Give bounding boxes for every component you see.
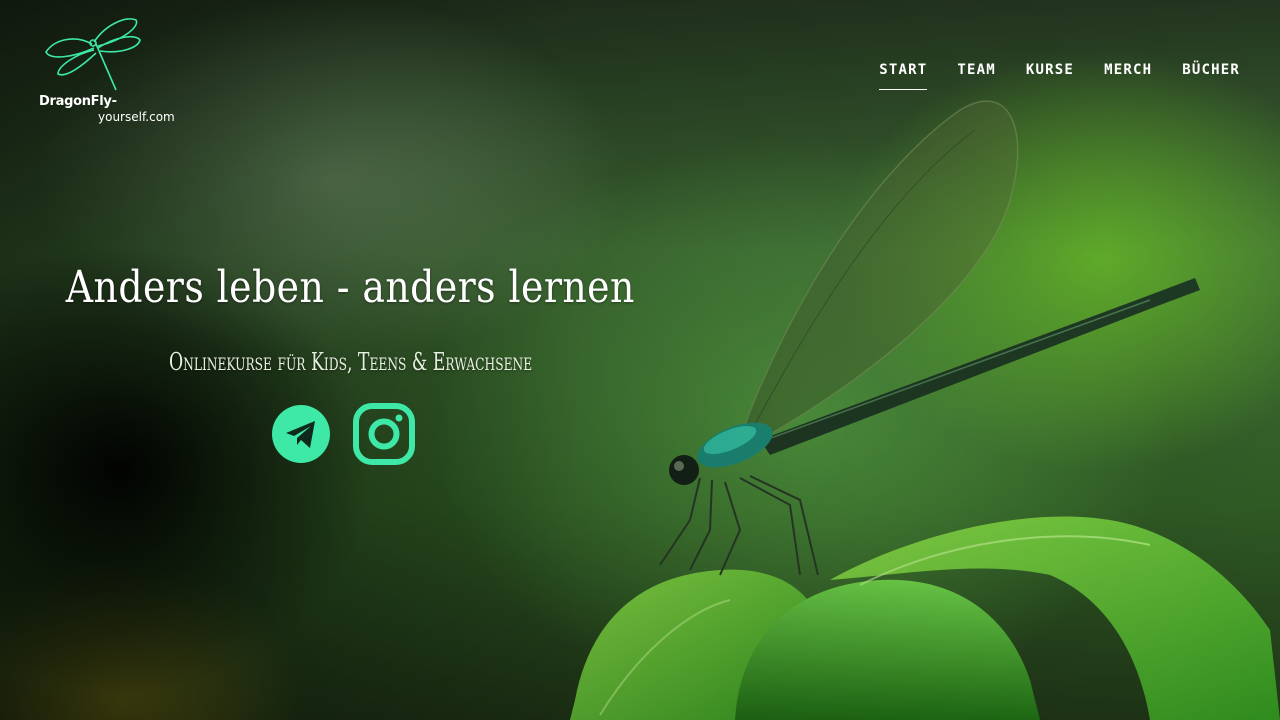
telegram-icon (272, 405, 330, 463)
main-nav: START TEAM KURSE MERCH BÜCHER (849, 62, 1240, 90)
nav-item-start[interactable]: START (879, 62, 928, 90)
site-logo[interactable]: DragonFly- yourself.com (36, 14, 175, 129)
logo-text-primary: DragonFly- (39, 94, 117, 109)
hero-subline: Onlinekurse für Kids, Teens & Erwachsene (168, 348, 533, 376)
instagram-link[interactable] (353, 403, 415, 465)
nav-item-merch[interactable]: MERCH (1104, 62, 1152, 90)
logo-text-secondary: yourself.com (98, 110, 175, 124)
nav-item-kurse[interactable]: KURSE (1026, 62, 1074, 90)
social-links (271, 403, 415, 465)
hero-headline: Anders leben - anders lernen (65, 262, 635, 313)
dragonfly-logo-icon (45, 18, 141, 91)
nav-item-team[interactable]: TEAM (957, 62, 996, 90)
instagram-icon (353, 403, 415, 465)
hero-section: DragonFly- yourself.com START TEAM KURSE… (0, 0, 1280, 720)
telegram-link[interactable] (271, 403, 333, 465)
nav-item-buecher[interactable]: BÜCHER (1182, 62, 1240, 90)
